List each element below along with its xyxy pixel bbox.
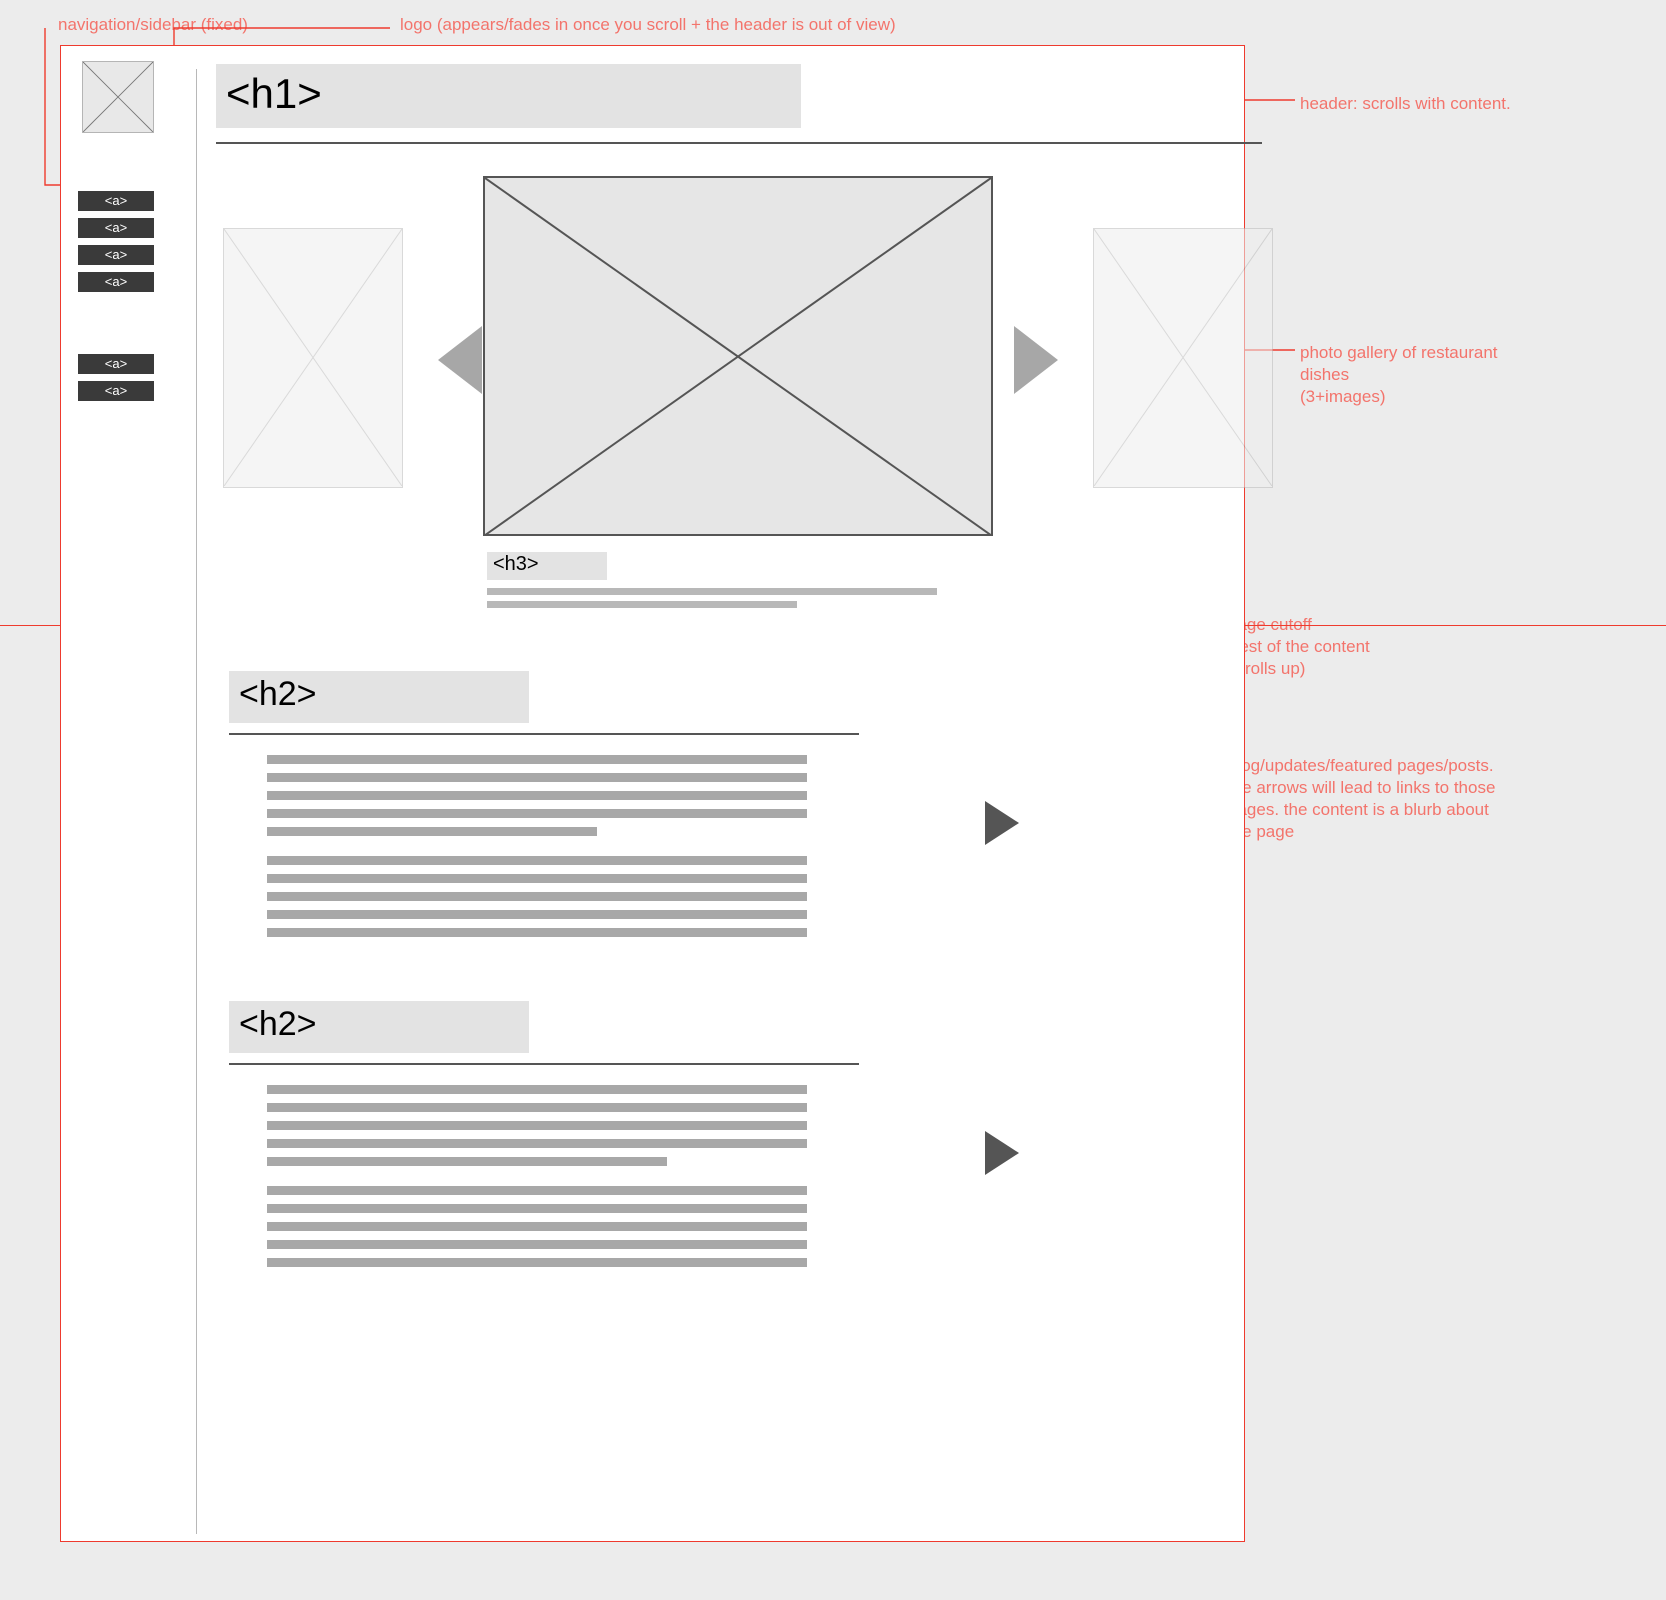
sidebar-divider bbox=[196, 69, 197, 1534]
header-rule bbox=[216, 142, 1262, 144]
gallery-next-arrow-icon[interactable] bbox=[1014, 326, 1058, 394]
gallery-caption-line bbox=[487, 588, 937, 595]
annotation-cutoff: page cutoff (rest of the content scrolls… bbox=[1228, 614, 1488, 680]
logo-placeholder bbox=[82, 61, 154, 133]
page-header: <h1> bbox=[216, 64, 1226, 144]
gallery-caption-line bbox=[487, 601, 797, 608]
nav-link[interactable]: <a> bbox=[78, 245, 154, 265]
sidebar: <a> <a> <a> <a> <a> <a> bbox=[76, 61, 186, 408]
nav-link[interactable]: <a> bbox=[78, 218, 154, 238]
gallery-image-prev bbox=[223, 228, 403, 488]
post-excerpt bbox=[267, 755, 989, 937]
post-heading: <h2> bbox=[229, 671, 529, 723]
annotation-sidebar: navigation/sidebar (fixed) bbox=[58, 14, 248, 36]
nav-link[interactable]: <a> bbox=[78, 191, 154, 211]
featured-post: <h2> bbox=[229, 671, 989, 946]
gallery-image-current bbox=[483, 176, 993, 536]
gallery-prev-arrow-icon[interactable] bbox=[438, 326, 482, 394]
wireframe-canvas: <a> <a> <a> <a> <a> <a> <h1> <h3> bbox=[60, 45, 1245, 1542]
nav-link[interactable]: <a> bbox=[78, 354, 154, 374]
post-heading: <h2> bbox=[229, 1001, 529, 1053]
nav-link[interactable]: <a> bbox=[78, 272, 154, 292]
annotation-posts: blog/updates/featured pages/posts. the a… bbox=[1228, 755, 1498, 843]
photo-gallery: <h3> bbox=[223, 176, 1273, 576]
gallery-image-next bbox=[1093, 228, 1273, 488]
nav-group-primary: <a> <a> <a> <a> bbox=[76, 191, 186, 292]
post-excerpt bbox=[267, 1085, 989, 1267]
nav-group-secondary: <a> <a> bbox=[76, 354, 186, 401]
featured-post: <h2> bbox=[229, 1001, 989, 1276]
post-link-arrow-icon[interactable] bbox=[985, 1131, 1019, 1175]
nav-link[interactable]: <a> bbox=[78, 381, 154, 401]
page-title: <h1> bbox=[216, 64, 801, 128]
post-link-arrow-icon[interactable] bbox=[985, 801, 1019, 845]
post-rule bbox=[229, 733, 859, 735]
annotation-header: header: scrolls with content. bbox=[1300, 93, 1530, 115]
gallery-caption-heading: <h3> bbox=[487, 552, 607, 580]
annotation-logo: logo (appears/fades in once you scroll +… bbox=[400, 14, 896, 36]
post-rule bbox=[229, 1063, 859, 1065]
annotation-gallery: photo gallery of restaurant dishes (3+im… bbox=[1300, 342, 1530, 408]
